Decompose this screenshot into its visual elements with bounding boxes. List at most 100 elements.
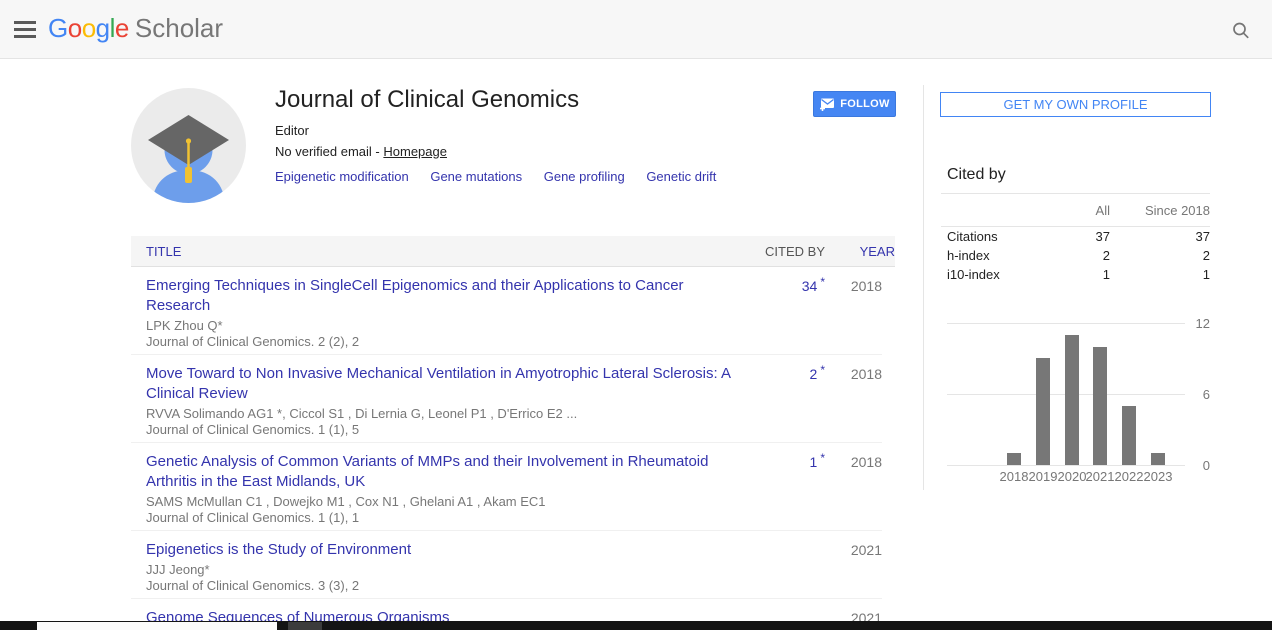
- publication-row: Emerging Techniques in SingleCell Epigen…: [131, 267, 882, 354]
- logo-letter: g: [96, 13, 110, 43]
- publication-cited-by-count[interactable]: 2*: [745, 364, 825, 437]
- publication-authors: RVVA Solimando AG1 *, Ciccol S1 , Di Ler…: [146, 406, 745, 421]
- citation-merge-asterisk: *: [820, 363, 825, 377]
- get-my-own-profile-button[interactable]: GET MY OWN PROFILE: [940, 92, 1211, 117]
- y-tick-label: 6: [1188, 387, 1210, 402]
- publication-venue: Journal of Clinical Genomics. 1 (1), 5: [146, 422, 745, 437]
- stats-label: i10-index: [941, 267, 1040, 282]
- profile-name: Journal of Clinical Genomics: [275, 86, 795, 114]
- profile-avatar[interactable]: [131, 88, 246, 203]
- chart-x-tick-label: 2018: [998, 469, 1030, 484]
- publication-cited-by-count: [745, 540, 825, 593]
- stats-header-row: All Since 2018: [941, 194, 1210, 227]
- interest-link-genetic-drift[interactable]: Genetic drift: [646, 169, 716, 184]
- logo-letter: o: [82, 13, 96, 43]
- citations-chart-xlabels: 201820192020202120222023: [947, 469, 1185, 485]
- email-status-text: No verified email -: [275, 144, 383, 159]
- publication-row: Move Toward to Non Invasive Mechanical V…: [131, 354, 882, 442]
- interests-list: Epigenetic modification Gene mutations G…: [275, 169, 795, 184]
- envelope-plus-icon: [819, 98, 835, 111]
- google-scholar-profile-page: GoogleScholar Journal o: [0, 0, 1272, 630]
- stats-col-since[interactable]: Since 2018: [1110, 203, 1210, 218]
- publication-title-link[interactable]: Emerging Techniques in SingleCell Epigen…: [146, 276, 745, 316]
- taskbar-edge-strip: [0, 621, 1272, 630]
- stats-value-since: 2: [1110, 248, 1210, 263]
- y-tick-label: 12: [1188, 316, 1210, 331]
- publication-authors: LPK Zhou Q*: [146, 318, 745, 333]
- profile-email-line: No verified email - Homepage: [275, 144, 795, 159]
- publication-title-link[interactable]: Genetic Analysis of Common Variants of M…: [146, 452, 745, 492]
- stats-value-all: 2: [1040, 248, 1110, 263]
- top-navigation-bar: GoogleScholar: [0, 0, 1272, 59]
- interest-link-gene-profiling[interactable]: Gene profiling: [544, 169, 625, 184]
- publication-venue: Journal of Clinical Genomics. 3 (3), 2: [146, 578, 745, 593]
- stats-row-i10-index: i10-index 1 1: [941, 265, 1210, 284]
- chart-bar-2023[interactable]: [1151, 453, 1165, 465]
- publication-year: 2021: [825, 540, 882, 593]
- chart-x-tick-label: 2023: [1142, 469, 1174, 484]
- publication-venue: Journal of Clinical Genomics. 1 (1), 1: [146, 510, 745, 525]
- logo-scholar-text: Scholar: [135, 13, 223, 43]
- chart-baseline: [947, 465, 1185, 466]
- publication-title-link[interactable]: Epigenetics is the Study of Environment: [146, 540, 745, 560]
- publication-cited-by-count[interactable]: 1*: [745, 452, 825, 525]
- publication-year: 2018: [825, 452, 882, 525]
- publication-title-link[interactable]: Move Toward to Non Invasive Mechanical V…: [146, 364, 745, 404]
- cited-by-column-header: CITED BY: [765, 244, 825, 259]
- gridline: [947, 323, 1185, 324]
- follow-button-label: FOLLOW: [840, 98, 889, 110]
- profile-role: Editor: [275, 123, 795, 138]
- publication-cited-by-count[interactable]: 34*: [745, 276, 825, 349]
- stats-value-all: 37: [1040, 229, 1110, 244]
- citations-chart-plot: [947, 323, 1185, 465]
- chart-bar-2018[interactable]: [1007, 453, 1021, 465]
- publications-rows: Emerging Techniques in SingleCell Epigen…: [131, 267, 895, 630]
- publication-row: Epigenetics is the Study of Environment …: [131, 530, 882, 598]
- sort-by-year-link[interactable]: YEAR: [860, 244, 895, 259]
- citation-merge-asterisk: *: [820, 275, 825, 289]
- stats-row-h-index: h-index 2 2: [941, 246, 1210, 265]
- stats-value-all: 1: [1040, 267, 1110, 282]
- publications-table-header: TITLE CITED BY YEAR: [131, 236, 895, 267]
- sidebar-divider: [923, 85, 924, 490]
- stats-label: h-index: [941, 248, 1040, 263]
- search-icon[interactable]: [1230, 20, 1252, 42]
- citation-merge-asterisk: *: [820, 451, 825, 465]
- taskbar-gray-segment: [288, 622, 322, 630]
- sort-by-title-link[interactable]: TITLE: [146, 244, 181, 259]
- chart-x-tick-label: 2019: [1027, 469, 1059, 484]
- logo-letter: G: [48, 13, 68, 43]
- taskbar-light-segment: [37, 622, 277, 630]
- interest-link-gene-mutations[interactable]: Gene mutations: [430, 169, 522, 184]
- publication-authors: JJJ Jeong*: [146, 562, 745, 577]
- publication-authors: SAMS McMullan C1 , Dowejko M1 , Cox N1 ,…: [146, 494, 745, 509]
- chart-x-tick-label: 2021: [1084, 469, 1116, 484]
- profile-info: Journal of Clinical Genomics Editor No v…: [275, 86, 795, 184]
- stats-value-since: 1: [1110, 267, 1210, 282]
- chart-bar-2022[interactable]: [1122, 406, 1136, 465]
- interest-link-epigenetic-modification[interactable]: Epigenetic modification: [275, 169, 409, 184]
- stats-row-citations: Citations 37 37: [941, 227, 1210, 246]
- chart-x-tick-label: 2022: [1113, 469, 1145, 484]
- logo-letter: o: [68, 13, 82, 43]
- chart-bar-2021[interactable]: [1093, 347, 1107, 465]
- homepage-link[interactable]: Homepage: [383, 144, 447, 159]
- publication-row: Genetic Analysis of Common Variants of M…: [131, 442, 882, 530]
- chart-bar-2020[interactable]: [1065, 335, 1079, 465]
- stats-col-all[interactable]: All: [1040, 203, 1110, 218]
- menu-icon[interactable]: [14, 21, 36, 38]
- publication-venue: Journal of Clinical Genomics. 2 (2), 2: [146, 334, 745, 349]
- publication-year: 2018: [825, 364, 882, 437]
- logo-letter: e: [115, 13, 129, 43]
- stats-label: Citations: [941, 229, 1040, 244]
- chart-bar-2019[interactable]: [1036, 358, 1050, 465]
- follow-button[interactable]: FOLLOW: [813, 91, 896, 117]
- citation-stats-table: All Since 2018 Citations 37 37 h-index 2…: [941, 193, 1210, 284]
- get-my-own-profile-label: GET MY OWN PROFILE: [1004, 97, 1148, 112]
- google-scholar-logo[interactable]: GoogleScholar: [48, 13, 223, 44]
- cited-by-heading: Cited by: [947, 166, 1006, 184]
- stats-value-since: 37: [1110, 229, 1210, 244]
- publication-year: 2018: [825, 276, 882, 349]
- y-tick-label: 0: [1188, 458, 1210, 473]
- publications-table: TITLE CITED BY YEAR Emerging Techniques …: [131, 236, 895, 630]
